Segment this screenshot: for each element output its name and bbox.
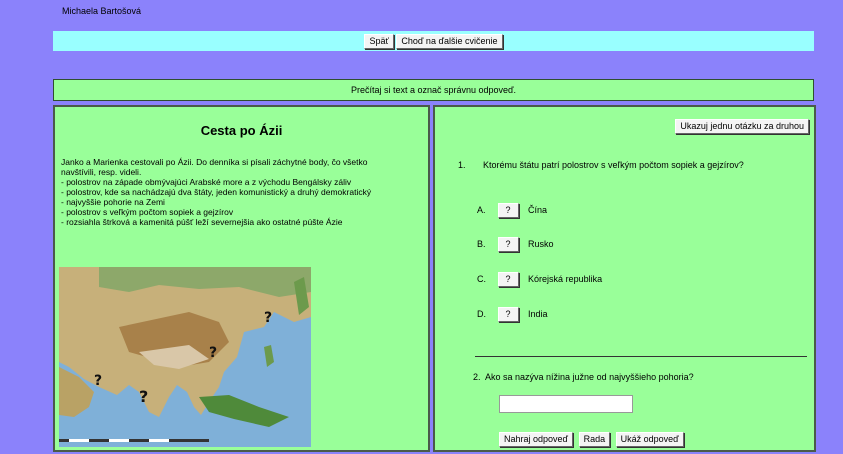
story-panel: Cesta po Ázii Janko a Marienka cestovali… (53, 105, 430, 452)
show-one-question-button[interactable]: Ukazuj jednu otázku za druhou (675, 119, 809, 134)
answer-option-b-button[interactable]: ? (497, 237, 519, 252)
hint-button[interactable]: Rada (578, 432, 611, 447)
map-marker-arabia: ? (94, 373, 102, 389)
option-text: Čína (528, 205, 548, 215)
user-name: Michaela Bartošová (62, 6, 142, 16)
navigation-bar: Späť Choď na ďalšie cvičenie (53, 31, 814, 51)
upload-answer-button[interactable]: Nahraj odpoveď (499, 432, 574, 447)
map-marker-kamchatka: ? (264, 310, 272, 326)
question-1-text: Ktorému štátu patrí polostrov s veľkým p… (483, 160, 744, 170)
quiz-panel: Ukazuj jednu otázku za druhou 1. Ktorému… (433, 105, 816, 452)
question-2-number: 2. (473, 372, 481, 382)
option-letter: C. (477, 274, 486, 284)
option-c: C. ? Kórejská republika (477, 272, 602, 287)
instruction-banner: Prečítaj si text a označ správnu odpoveď… (53, 79, 814, 101)
map-marker-india: ? (139, 387, 148, 406)
show-answer-button[interactable]: Ukáž odpoveď (615, 432, 684, 447)
question-1-number: 1. (458, 160, 466, 170)
option-letter: B. (477, 239, 486, 249)
option-b: B. ? Rusko (477, 237, 554, 252)
map-marker-korea: ? (209, 345, 217, 361)
story-text: Janko a Marienka cestovali po Ázii. Do d… (61, 157, 372, 227)
question-divider (475, 356, 807, 357)
option-letter: A. (477, 205, 486, 215)
back-button[interactable]: Späť (364, 34, 394, 49)
option-text: Rusko (528, 239, 554, 249)
answer-input[interactable] (499, 395, 633, 413)
question-2-buttons: Nahraj odpoveď Rada Ukáž odpoveď (499, 432, 687, 447)
answer-option-a-button[interactable]: ? (497, 203, 519, 218)
option-a: A. ? Čína (477, 203, 547, 218)
option-letter: D. (477, 309, 486, 319)
option-text: India (528, 309, 548, 319)
option-d: D. ? India (477, 307, 548, 322)
answer-option-c-button[interactable]: ? (497, 272, 519, 287)
next-exercise-button[interactable]: Choď na ďalšie cvičenie (396, 34, 503, 49)
option-text: Kórejská republika (528, 274, 603, 284)
asia-relief-map: ? ? ? ? (59, 267, 311, 447)
answer-option-d-button[interactable]: ? (497, 307, 519, 322)
story-title: Cesta po Ázii (200, 123, 283, 138)
question-2-text: Ako sa nazýva nížina južne od najvyššieh… (485, 372, 694, 382)
